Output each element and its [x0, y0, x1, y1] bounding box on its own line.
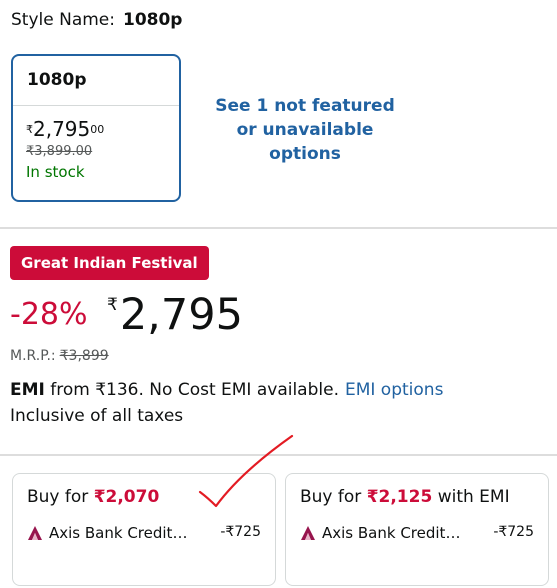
main-price-value: 2,795 [119, 290, 243, 340]
style-option-price: ₹2,79500 [26, 118, 179, 140]
style-option-mrp: ₹3,899.00 [26, 144, 93, 159]
taxes-note: Inclusive of all taxes [10, 406, 184, 426]
offer-amount: ₹2,125 [366, 487, 433, 507]
mrp-line: M.R.P.: ₹3,899 [10, 348, 109, 364]
style-option-card-selected[interactable]: 1080p ₹2,79500 ₹3,899.00 In stock [11, 54, 181, 202]
mrp-value: ₹3,899 [59, 348, 109, 364]
main-price: ₹2,795 [107, 290, 243, 340]
price-fraction: 00 [90, 123, 105, 136]
style-name-label: Style Name: [11, 10, 115, 30]
offer-buy-prefix: Buy for [300, 487, 367, 507]
see-more-line-2: or unavailable [236, 120, 374, 140]
offer-bank: Axis Bank Credit… [27, 524, 187, 542]
emi-label: EMI [10, 380, 45, 400]
discount-percent: -28% [10, 297, 88, 332]
axis-bank-logo-icon [301, 526, 315, 540]
see-more-line-1: See 1 not featured [215, 96, 395, 116]
bank-offer-card[interactable]: Buy for ₹2,125 with EMI Axis Bank Credit… [285, 473, 549, 586]
see-more-line-3: options [269, 144, 341, 164]
price-whole: 2,795 [33, 117, 91, 141]
style-name-row: Style Name: 1080p [11, 10, 182, 30]
offer-bank-name: Axis Bank Credit… [322, 524, 461, 542]
deal-badge: Great Indian Festival [10, 246, 209, 280]
section-divider [0, 227, 557, 229]
offer-buy-prefix: Buy for [27, 487, 94, 507]
main-price-currency-symbol: ₹ [107, 295, 118, 315]
style-name-value: 1080p [122, 10, 183, 30]
offer-buy-price: Buy for ₹2,125 with EMI [300, 487, 510, 507]
stock-status: In stock [26, 163, 85, 181]
mrp-label: M.R.P.: [10, 348, 56, 364]
style-option-title: 1080p [13, 56, 179, 106]
emi-options-link[interactable]: EMI options [345, 380, 443, 400]
price-currency-symbol: ₹ [26, 123, 33, 136]
offer-amount: ₹2,070 [93, 487, 160, 507]
offer-buy-price: Buy for ₹2,070 [27, 487, 159, 507]
see-unavailable-options-link[interactable]: See 1 not featured or unavailable option… [196, 94, 414, 166]
offer-bank: Axis Bank Credit… [300, 524, 460, 542]
checkmark-annotation-icon [198, 434, 294, 508]
offer-bank-name: Axis Bank Credit… [49, 524, 188, 542]
offer-saving: -₹725 [220, 524, 261, 540]
offer-saving: -₹725 [493, 524, 534, 540]
emi-text: from ₹136. No Cost EMI available. [44, 380, 339, 400]
axis-bank-logo-icon [28, 526, 42, 540]
emi-line: EMI from ₹136. No Cost EMI available. EMI… [10, 380, 443, 400]
offer-buy-suffix: with EMI [432, 487, 510, 507]
